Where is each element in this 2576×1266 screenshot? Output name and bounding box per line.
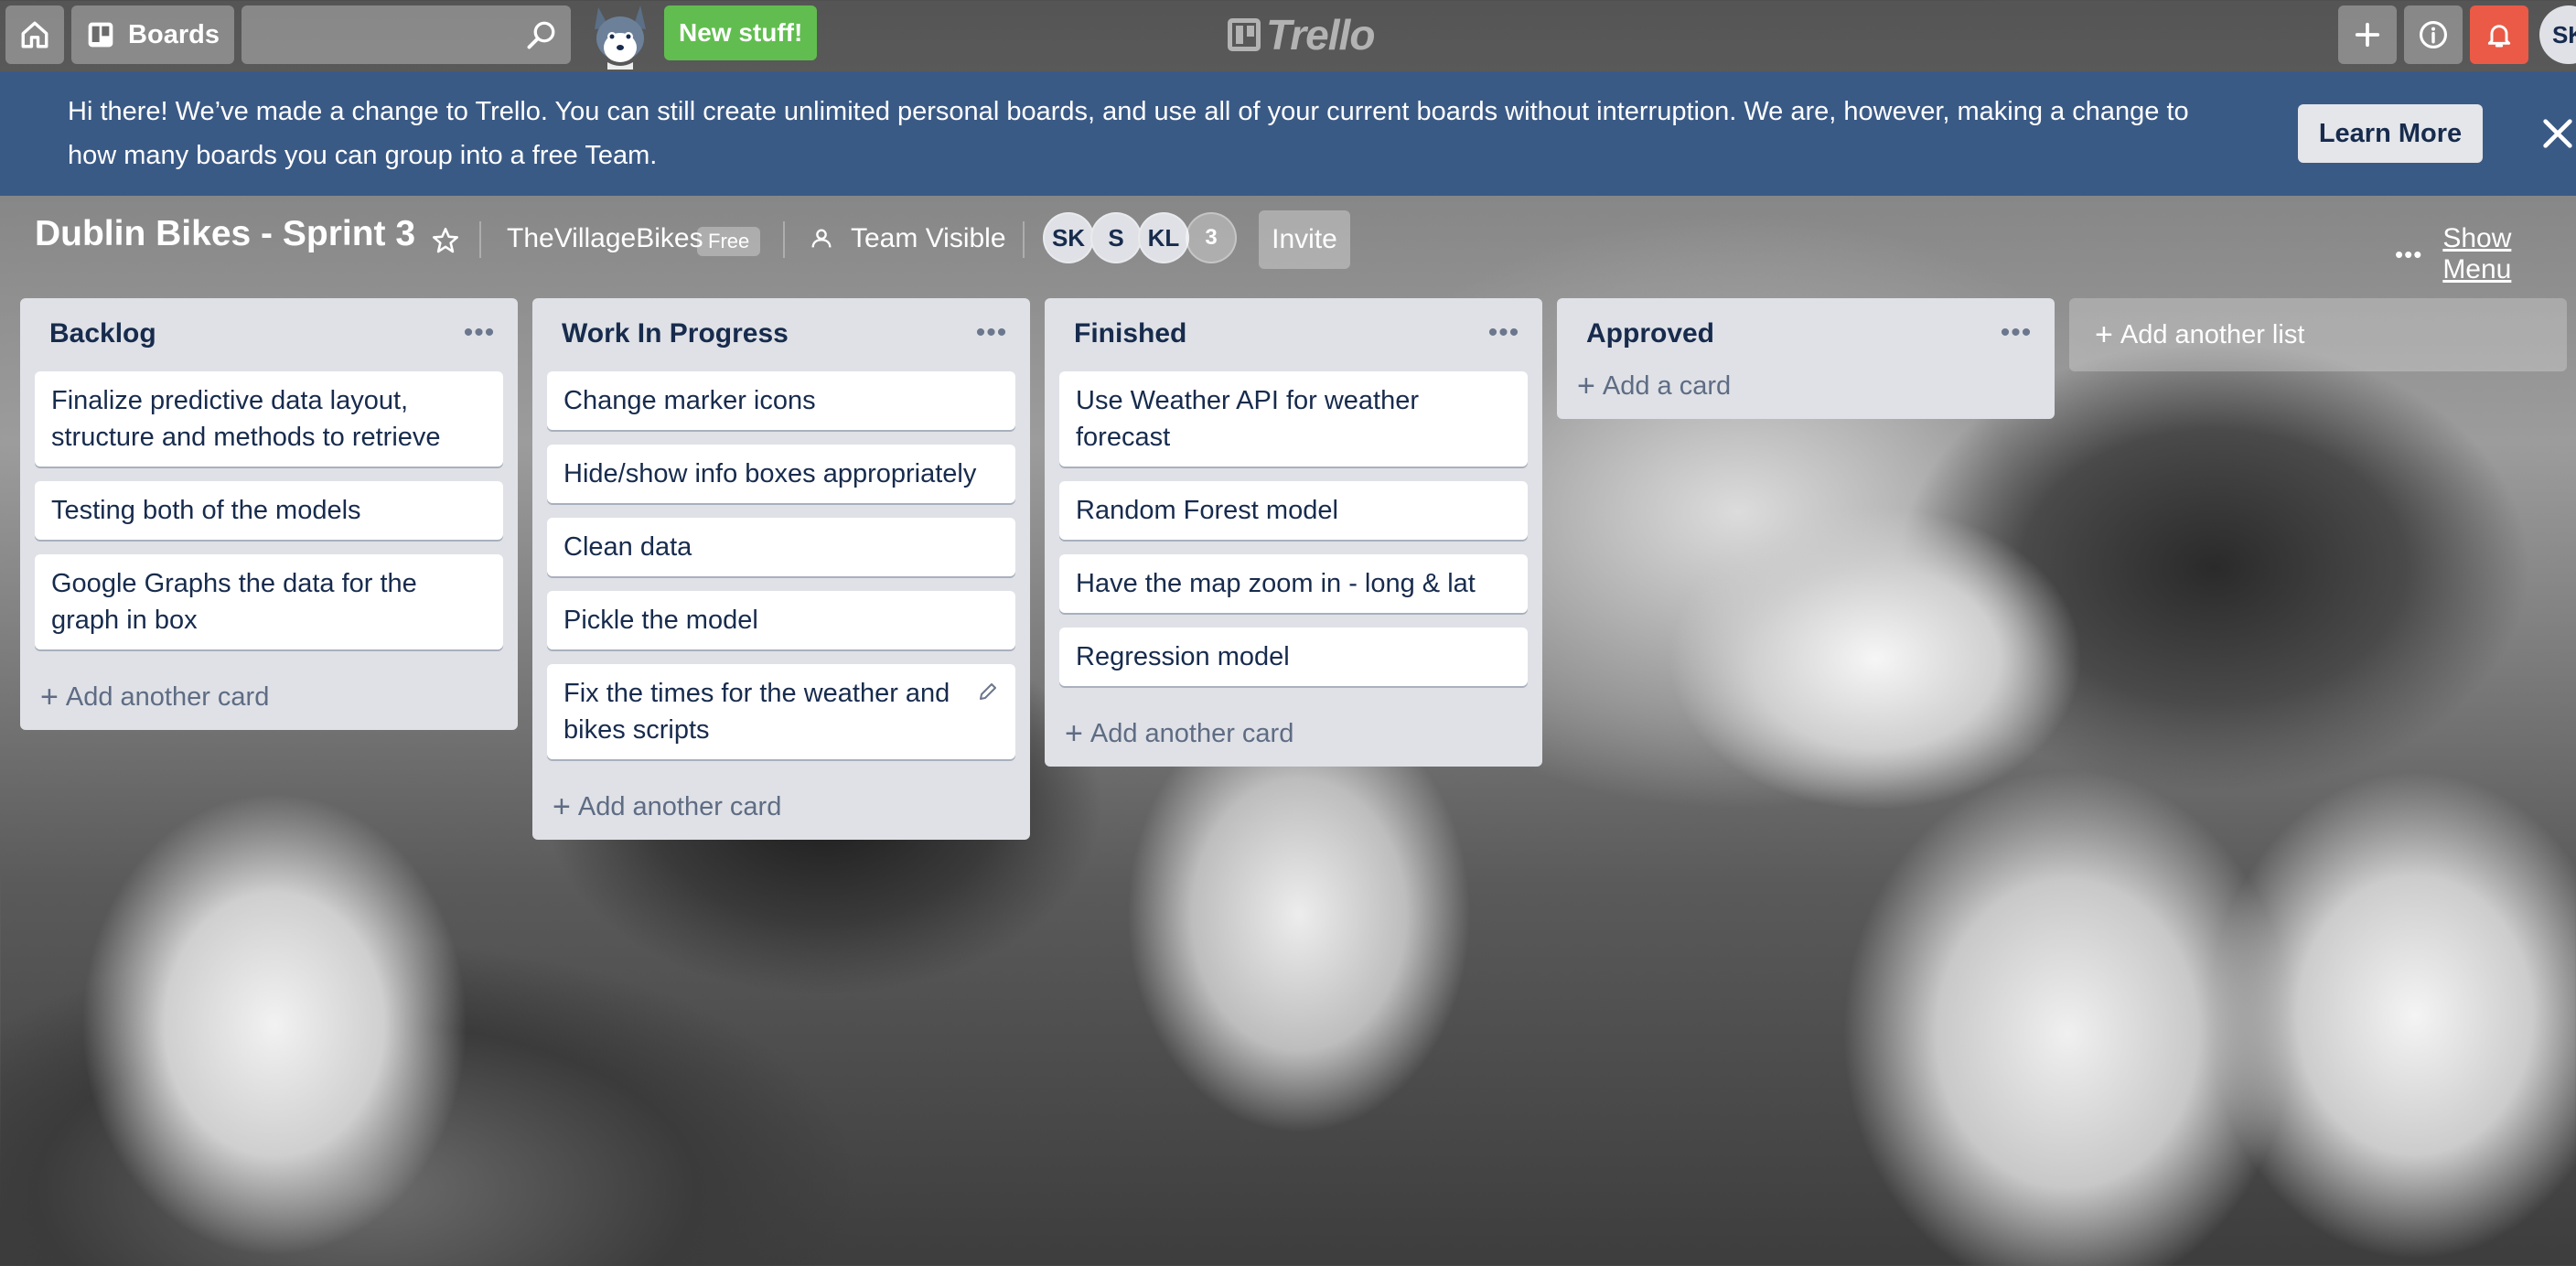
trello-logo-icon bbox=[1228, 18, 1261, 51]
invite-button[interactable]: Invite bbox=[1259, 210, 1350, 269]
user-avatar[interactable]: SK bbox=[2539, 5, 2576, 64]
list-approved: Approved ••• + Add a card bbox=[1557, 298, 2055, 419]
home-icon bbox=[21, 21, 48, 48]
more-members-count[interactable]: 3 bbox=[1186, 212, 1237, 263]
list-header: Finished ••• bbox=[1045, 298, 1542, 371]
header-divider bbox=[479, 221, 481, 258]
list-title[interactable]: Finished bbox=[1074, 318, 1186, 349]
list-backlog: Backlog ••• Finalize predictive data lay… bbox=[20, 298, 518, 730]
close-icon[interactable] bbox=[2539, 115, 2576, 152]
list-header: Approved ••• bbox=[1557, 298, 2055, 371]
card[interactable]: Testing both of the models bbox=[35, 481, 503, 540]
plus-icon: + bbox=[40, 679, 59, 714]
plus-icon: + bbox=[2095, 316, 2113, 352]
add-card-button[interactable]: + Add another card bbox=[20, 664, 518, 730]
list-menu-icon[interactable]: ••• bbox=[1486, 315, 1522, 351]
more-icon: ••• bbox=[2395, 240, 2423, 268]
pencil-icon[interactable] bbox=[977, 681, 999, 703]
card[interactable]: Have the map zoom in - long & lat bbox=[1059, 554, 1528, 613]
search-input[interactable] bbox=[242, 5, 571, 64]
list-menu-icon[interactable]: ••• bbox=[973, 315, 1010, 351]
boards-button[interactable]: Boards bbox=[71, 5, 234, 64]
header-divider bbox=[783, 221, 785, 258]
list-finished: Finished ••• Use Weather API for weather… bbox=[1045, 298, 1542, 767]
add-list-button[interactable]: + Add another list bbox=[2069, 298, 2567, 371]
list-title[interactable]: Backlog bbox=[49, 318, 156, 349]
card[interactable]: Pickle the model bbox=[547, 591, 1015, 649]
visibility-button[interactable]: Team Visible bbox=[809, 223, 1006, 254]
plus-icon bbox=[2355, 22, 2380, 48]
member-avatar[interactable]: S bbox=[1090, 212, 1142, 263]
banner-message: Hi there! We’ve made a change to Trello.… bbox=[68, 97, 2189, 170]
plus-icon: + bbox=[553, 789, 571, 824]
notifications-button[interactable] bbox=[2470, 5, 2528, 64]
top-header: Boards New stuff! Trello SK bbox=[0, 0, 2576, 71]
list-menu-icon[interactable]: ••• bbox=[461, 315, 498, 351]
add-card-label: Add another card bbox=[1089, 718, 1294, 748]
show-menu-label: Show Menu bbox=[2442, 223, 2512, 284]
board-header: Dublin Bikes - Sprint 3 TheVillageBikes … bbox=[0, 196, 2576, 284]
list-title[interactable]: Work In Progress bbox=[562, 318, 789, 349]
new-stuff-button[interactable]: New stuff! bbox=[664, 5, 818, 60]
add-card-label: Add another card bbox=[65, 681, 270, 712]
card[interactable]: Use Weather API for weather forecast bbox=[1059, 371, 1528, 467]
add-list-label: Add another list bbox=[2120, 319, 2305, 349]
board-icon bbox=[88, 22, 113, 48]
logo-text: Trello bbox=[1266, 11, 1375, 59]
team-plan-badge: Free bbox=[697, 227, 761, 256]
card-container: Use Weather API for weather forecast Ran… bbox=[1045, 371, 1542, 686]
card[interactable]: Google Graphs the data for the graph in … bbox=[35, 554, 503, 649]
card-hovered[interactable]: Fix the times for the weather and bikes … bbox=[547, 664, 1015, 759]
search-icon bbox=[527, 21, 555, 49]
list-header: Backlog ••• bbox=[20, 298, 518, 371]
card[interactable]: Regression model bbox=[1059, 628, 1528, 686]
show-menu-button[interactable]: ••• Show Menu bbox=[2395, 223, 2576, 285]
add-card-label: Add another card bbox=[577, 791, 782, 821]
add-card-button[interactable]: + Add another card bbox=[532, 774, 1030, 840]
add-card-label: Add a card bbox=[1602, 370, 1732, 401]
card[interactable]: Finalize predictive data layout, structu… bbox=[35, 371, 503, 467]
card-container: Finalize predictive data layout, structu… bbox=[20, 371, 518, 649]
header-divider bbox=[1023, 221, 1025, 258]
trello-logo[interactable]: Trello bbox=[1228, 9, 1375, 60]
star-icon[interactable] bbox=[430, 225, 461, 256]
list-menu-icon[interactable]: ••• bbox=[1998, 315, 2034, 351]
member-avatar[interactable]: KL bbox=[1138, 212, 1189, 263]
plus-icon: + bbox=[1577, 368, 1595, 403]
learn-more-button[interactable]: Learn More bbox=[2298, 104, 2483, 163]
team-icon bbox=[811, 229, 832, 248]
list-title[interactable]: Approved bbox=[1586, 318, 1714, 349]
card[interactable]: Hide/show info boxes appropriately bbox=[547, 445, 1015, 503]
list-header: Work In Progress ••• bbox=[532, 298, 1030, 371]
card[interactable]: Clean data bbox=[547, 518, 1015, 576]
list-work-in-progress: Work In Progress ••• Change marker icons… bbox=[532, 298, 1030, 840]
create-button[interactable] bbox=[2338, 5, 2397, 64]
home-button[interactable] bbox=[5, 5, 64, 64]
plus-icon: + bbox=[1065, 715, 1083, 751]
visibility-label: Team Visible bbox=[851, 223, 1006, 253]
board-title[interactable]: Dublin Bikes - Sprint 3 bbox=[35, 214, 415, 254]
taco-mascot-icon bbox=[587, 2, 653, 70]
info-button[interactable] bbox=[2404, 5, 2463, 64]
card-container: Change marker icons Hide/show info boxes… bbox=[532, 371, 1030, 759]
member-avatar[interactable]: SK bbox=[1043, 212, 1094, 263]
bell-icon bbox=[2487, 25, 2511, 48]
card-text: Fix the times for the weather and bikes … bbox=[564, 679, 950, 745]
add-card-button[interactable]: + Add another card bbox=[1045, 701, 1542, 767]
announcement-banner: Hi there! We’ve made a change to Trello.… bbox=[0, 71, 2576, 196]
card[interactable]: Random Forest model bbox=[1059, 481, 1528, 540]
team-name[interactable]: TheVillageBikes bbox=[507, 223, 703, 254]
info-icon bbox=[2419, 20, 2448, 49]
card[interactable]: Change marker icons bbox=[547, 371, 1015, 430]
boards-label: Boards bbox=[128, 19, 220, 49]
